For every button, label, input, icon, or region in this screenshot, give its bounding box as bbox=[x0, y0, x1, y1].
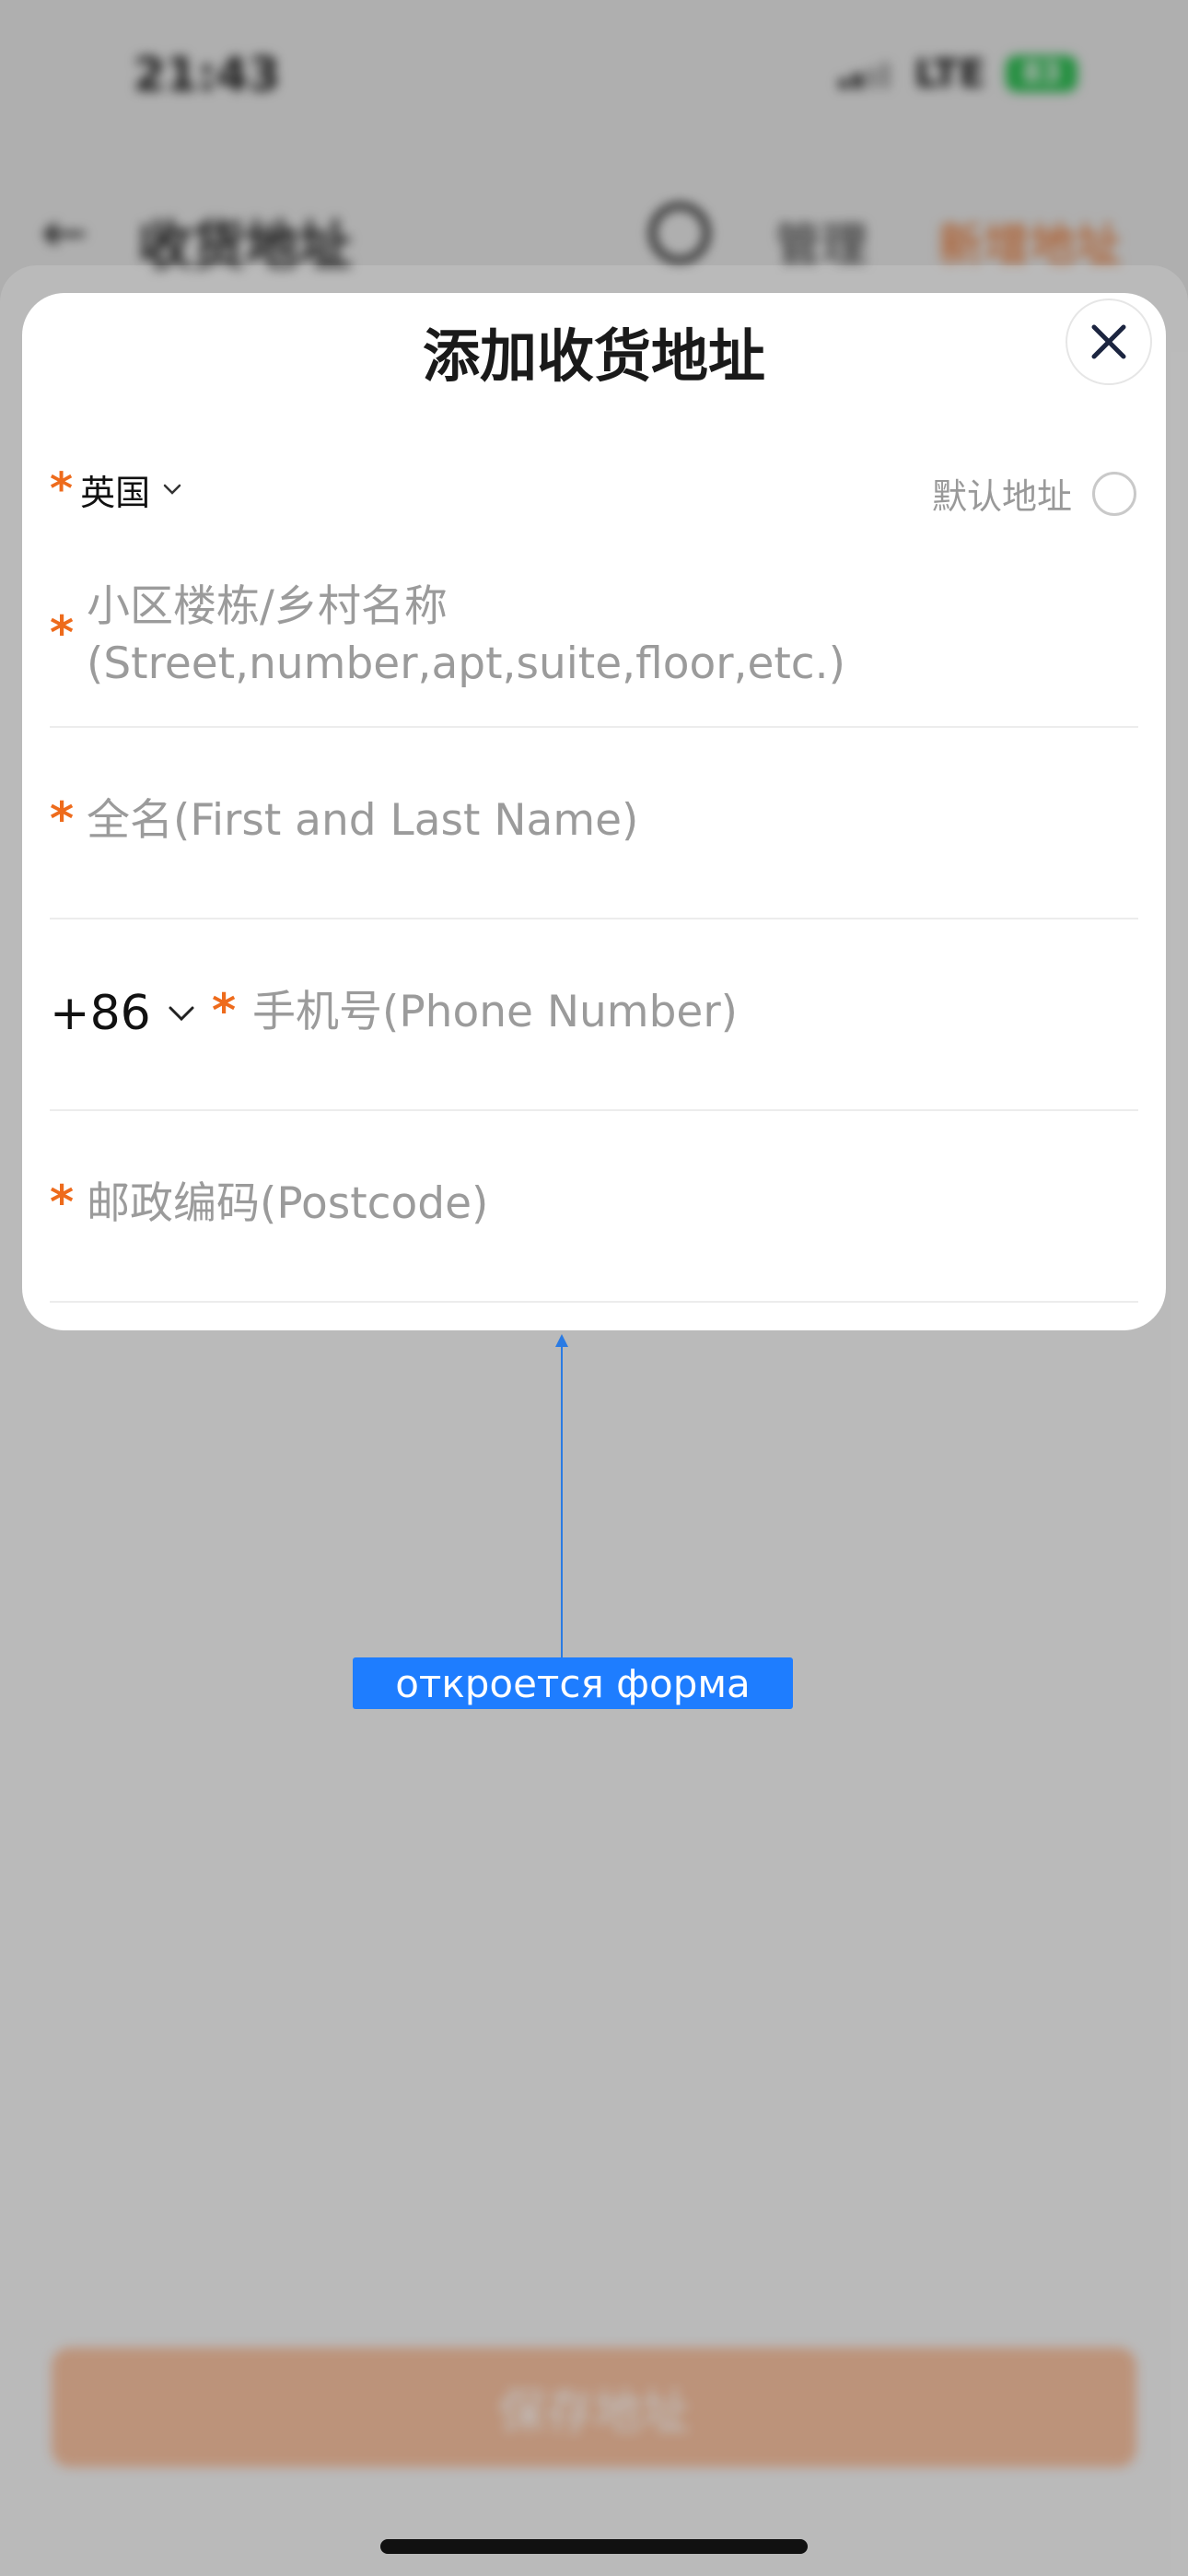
modal-title: 添加收货地址 bbox=[422, 322, 765, 390]
address-field[interactable]: * 小区楼栋/乡村名称 (Street,number,apt,suite,flo… bbox=[50, 560, 1138, 728]
phone-placeholder: 手机号(Phone Number) bbox=[252, 987, 739, 1037]
annotation-arrow bbox=[561, 1338, 563, 1660]
postcode-placeholder: 邮政编码(Postcode) bbox=[87, 1178, 489, 1229]
address-placeholder: 小区楼栋/乡村名称 (Street,number,apt,suite,floor… bbox=[87, 579, 845, 693]
country-selector[interactable]: * 英国 bbox=[50, 463, 183, 515]
required-mark: * bbox=[50, 463, 74, 515]
required-mark: * bbox=[50, 792, 75, 846]
country-value: 英国 bbox=[80, 472, 151, 513]
home-indicator bbox=[380, 2539, 808, 2554]
country-code: +86 bbox=[50, 986, 151, 1041]
postcode-field[interactable]: * 邮政编码(Postcode) bbox=[50, 1111, 1138, 1303]
required-mark: * bbox=[212, 984, 237, 1037]
chevron-down-icon bbox=[169, 1006, 194, 1022]
chevron-down-icon bbox=[163, 484, 181, 495]
default-address-label: 默认地址 bbox=[931, 476, 1072, 517]
annotation-label: откроется форма bbox=[353, 1657, 793, 1709]
country-code-selector[interactable]: +86 bbox=[50, 986, 197, 1041]
required-mark: * bbox=[50, 606, 75, 660]
full-name-field[interactable]: * 全名(First and Last Name) bbox=[50, 728, 1138, 919]
add-address-modal: 添加收货地址 * 英国 默认地址 * 小区楼栋/乡村名称 (Street,num… bbox=[22, 293, 1166, 1330]
address-placeholder-line1: 小区楼栋/乡村名称 bbox=[87, 581, 448, 632]
default-address-radio[interactable] bbox=[1092, 471, 1136, 516]
close-button[interactable] bbox=[1066, 299, 1152, 385]
required-mark: * bbox=[50, 1176, 75, 1229]
phone-field[interactable]: +86 * 手机号(Phone Number) bbox=[50, 919, 1138, 1111]
default-address-toggle[interactable]: 默认地址 bbox=[932, 468, 1136, 519]
address-placeholder-line2: (Street,number,apt,suite,floor,etc.) bbox=[87, 638, 845, 689]
full-name-placeholder: 全名(First and Last Name) bbox=[87, 795, 639, 846]
close-icon bbox=[1091, 324, 1126, 359]
